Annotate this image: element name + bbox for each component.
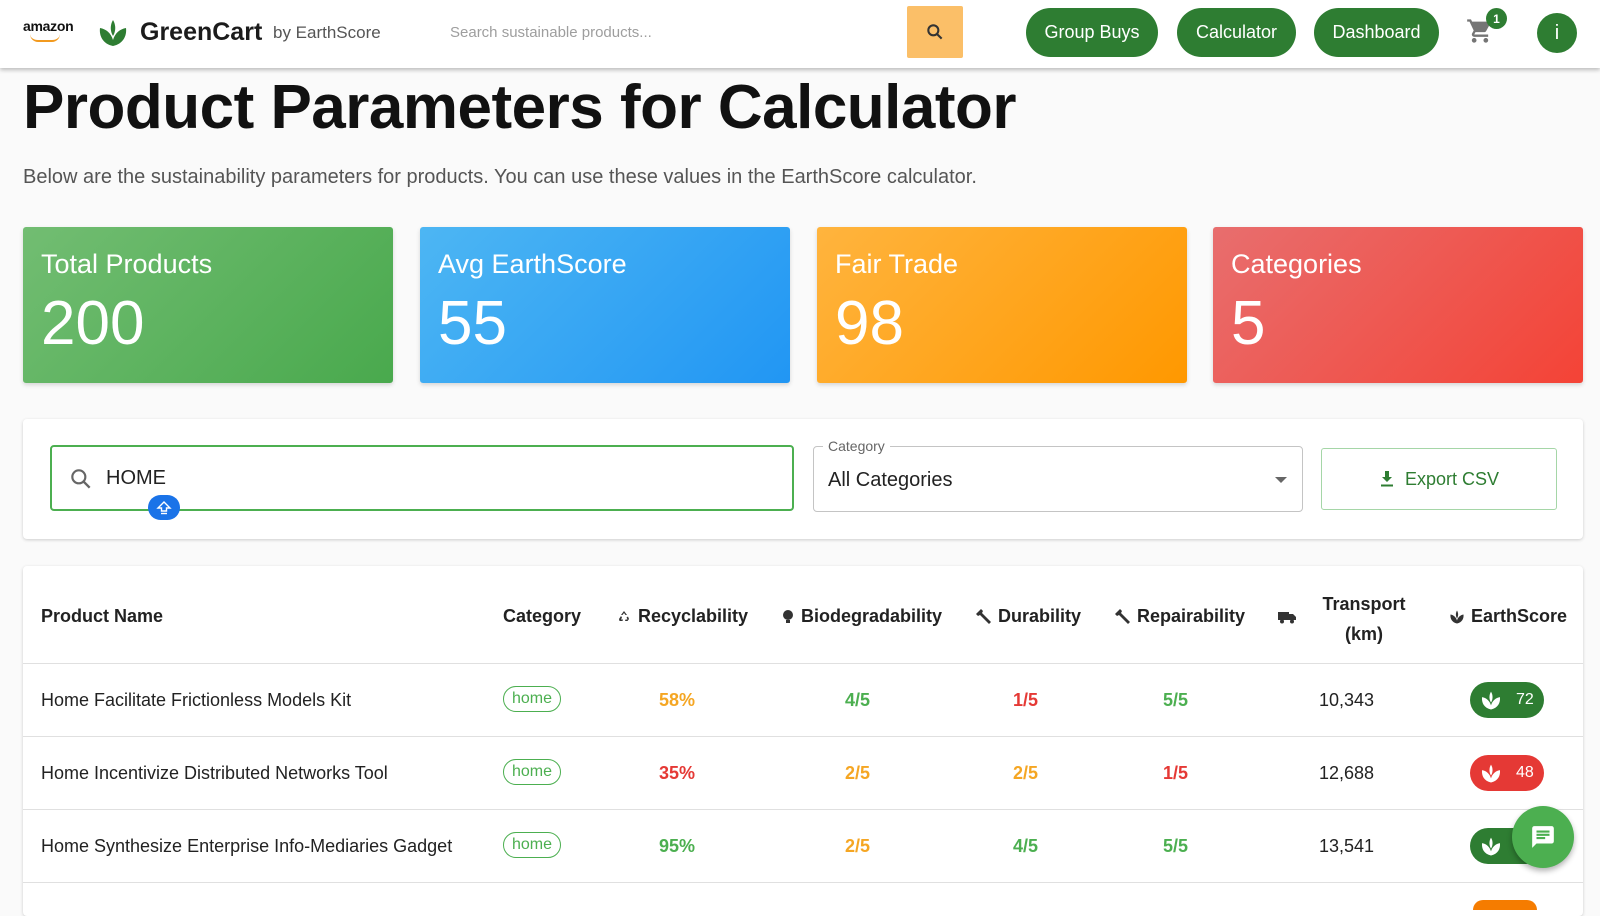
filter-search-value[interactable]: HOME: [106, 467, 166, 490]
recyclability-cell: 58%: [659, 690, 696, 710]
header-label: Biodegradability: [801, 606, 943, 626]
header-durability[interactable]: Durability: [976, 606, 1081, 627]
earthscore-value: 48: [1516, 764, 1534, 781]
durability-cell: 4/5: [1013, 836, 1039, 856]
transport-cell: 12,688: [1319, 763, 1375, 783]
header-label: Recyclability: [638, 606, 749, 626]
stat-value: 98: [835, 289, 904, 358]
dropdown-arrow-icon[interactable]: [1275, 477, 1287, 483]
earthscore-badge: 48: [1470, 755, 1544, 791]
stat-label: Total Products: [41, 249, 213, 279]
stat-card-categories: Categories 5: [1213, 227, 1583, 383]
page-subtitle: Below are the sustainability parameters …: [23, 166, 977, 188]
chat-button[interactable]: [1512, 806, 1574, 868]
stat-card-total-products: Total Products 200: [23, 227, 393, 383]
stat-label: Fair Trade: [835, 249, 959, 279]
header-recyclability[interactable]: Recyclability: [616, 606, 748, 627]
stat-label: Avg EarthScore: [438, 249, 627, 279]
truck-icon: [1278, 612, 1296, 624]
header-biodegradability[interactable]: Biodegradability: [781, 606, 942, 627]
category-chip: home: [503, 832, 562, 858]
product-name-cell: Home Synthesize Enterprise Info-Mediarie…: [41, 836, 453, 856]
leaf-logo-icon: [99, 20, 127, 46]
product-name-cell: Home Facilitate Frictionless Models Kit: [41, 690, 352, 710]
stat-value: 200: [41, 289, 145, 358]
biodegradability-cell: 4/5: [845, 690, 871, 710]
stat-card-fair-trade: Fair Trade 98: [817, 227, 1187, 383]
biodegradability-cell: 2/5: [845, 836, 871, 856]
header-product-name[interactable]: Product Name: [41, 606, 163, 627]
row-divider: [23, 736, 1583, 737]
brand-subtitle: by EarthScore: [273, 23, 381, 42]
search-button[interactable]: [907, 6, 963, 58]
stat-value: 55: [438, 289, 507, 358]
amazon-logo[interactable]: amazon: [23, 18, 74, 34]
row-divider: [23, 809, 1583, 810]
group-buys-button[interactable]: Group Buys: [1026, 8, 1158, 57]
repairability-cell: 5/5: [1163, 690, 1189, 710]
header-label: Transport: [1322, 594, 1406, 614]
search-icon: [71, 469, 91, 489]
transport-cell: 10,343: [1319, 690, 1375, 710]
wrench-icon: [1115, 608, 1130, 624]
category-chip: home: [503, 686, 562, 712]
row-divider: [23, 882, 1583, 883]
export-csv-label: Export CSV: [1404, 468, 1500, 489]
header-unit: (km): [1344, 624, 1383, 644]
leaf-icon: [1481, 837, 1501, 855]
top-app-bar: amazon GreenCart by EarthScore Group Buy…: [0, 0, 1600, 68]
header-label: Product Name: [41, 606, 164, 626]
header-transport[interactable]: Transport (km): [1316, 589, 1412, 649]
transport-cell: 13,541: [1319, 836, 1375, 856]
header-label: EarthScore: [1471, 606, 1568, 626]
leaf-icon: [1450, 610, 1464, 623]
earthscore-badge: 72: [1470, 682, 1544, 718]
header-category[interactable]: Category: [503, 606, 581, 627]
repairability-cell: 1/5: [1163, 763, 1189, 783]
stat-card-avg-earthscore: Avg EarthScore 55: [420, 227, 790, 383]
product-parameters-table: Product Name Category Recyclability Biod…: [23, 566, 1583, 916]
durability-cell: 2/5: [1013, 763, 1039, 783]
repairability-cell: 5/5: [1163, 836, 1189, 856]
amazon-smile-icon: [30, 34, 60, 42]
recycle-icon: [619, 610, 629, 621]
category-select[interactable]: Category All Categories: [813, 438, 1303, 512]
export-csv-button[interactable]: Export CSV: [1321, 448, 1557, 510]
header-repairability[interactable]: Repairability: [1115, 606, 1245, 627]
page-title: Product Parameters for Calculator: [23, 73, 1017, 142]
leaf-icon: [1481, 764, 1501, 782]
next-row-earthscore-badge: [1473, 900, 1537, 910]
chat-icon: [1532, 826, 1554, 848]
brand-name[interactable]: GreenCart: [140, 18, 262, 47]
download-icon: [1380, 471, 1393, 487]
calculator-button[interactable]: Calculator: [1177, 8, 1296, 57]
biodegradability-cell: 2/5: [845, 763, 871, 783]
category-chip: home: [503, 759, 562, 785]
text-cursor-marker-icon: [148, 495, 180, 520]
product-search-input[interactable]: [436, 10, 906, 54]
recyclability-cell: 95%: [659, 836, 696, 856]
earthscore-value: 72: [1516, 691, 1534, 708]
header-earthscore[interactable]: EarthScore: [1449, 606, 1567, 627]
recyclability-cell: 35%: [659, 763, 696, 783]
durability-cell: 1/5: [1013, 690, 1039, 710]
bulb-icon: [783, 609, 793, 623]
search-icon: [927, 24, 943, 40]
category-select-value[interactable]: All Categories: [828, 469, 953, 492]
header-label: Durability: [998, 606, 1082, 626]
wrench-icon: [976, 608, 991, 624]
stat-label: Categories: [1231, 249, 1362, 279]
product-name-cell: Home Incentivize Distributed Networks To…: [41, 763, 388, 783]
user-avatar[interactable]: i: [1537, 13, 1577, 53]
row-divider: [23, 663, 1583, 664]
category-select-label: Category: [823, 438, 890, 454]
dashboard-button[interactable]: Dashboard: [1314, 8, 1439, 57]
cart-count-badge: 1: [1486, 8, 1507, 29]
stat-value: 5: [1231, 289, 1266, 358]
header-label: Category: [503, 606, 582, 626]
header-label: Repairability: [1137, 606, 1246, 626]
leaf-icon: [1481, 691, 1501, 709]
